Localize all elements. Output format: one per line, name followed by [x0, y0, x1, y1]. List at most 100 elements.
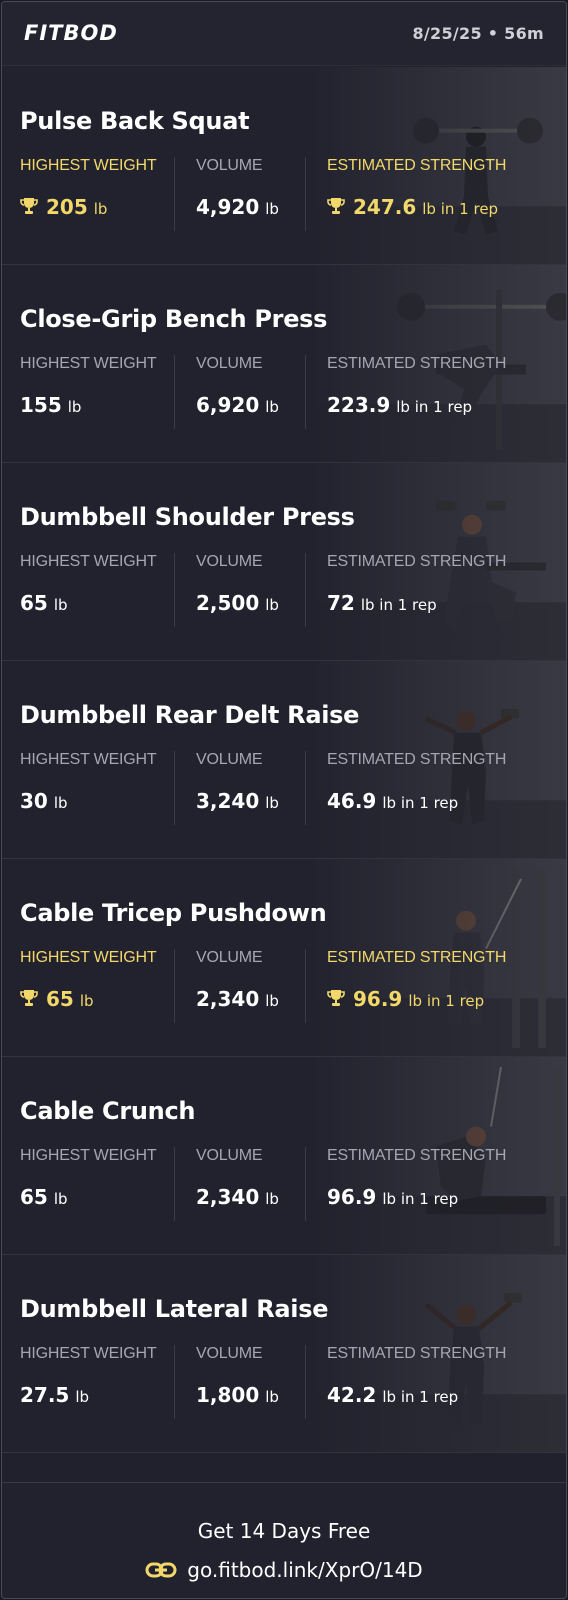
- highest-weight-number: 205: [46, 195, 88, 219]
- exercise-name: Close-Grip Bench Press: [20, 305, 328, 333]
- highest-weight-number: 65: [20, 1185, 48, 1209]
- highest-weight-unit: lb: [53, 596, 68, 614]
- volume-label: VOLUME: [196, 751, 263, 768]
- volume-value: 6,920 lb: [196, 393, 279, 417]
- stat-divider: [305, 1345, 306, 1419]
- estimated-strength-number: 42.2: [327, 1383, 377, 1407]
- estimated-strength-unit: lb in 1 rep: [422, 200, 499, 218]
- stat-divider: [305, 1147, 306, 1221]
- estimated-strength-value: 46.9 lb in 1 rep: [327, 789, 458, 813]
- volume-number: 2,340: [196, 987, 260, 1011]
- volume-label: VOLUME: [196, 553, 263, 570]
- volume-value: 2,340 lb: [196, 1185, 279, 1209]
- estimated-strength-unit: lb in 1 rep: [396, 398, 473, 416]
- highest-weight-value: 65 lb: [20, 987, 94, 1011]
- highest-weight-unit: lb: [93, 200, 108, 218]
- estimated-strength-value: 223.9 lb in 1 rep: [327, 393, 472, 417]
- referral-link[interactable]: go.fitbod.link/XprO/14D: [2, 1558, 566, 1582]
- volume-number: 1,800: [196, 1383, 260, 1407]
- exercise-card[interactable]: Cable Crunch HIGHEST WEIGHT VOLUME ESTIMATE…: [2, 1057, 566, 1255]
- exercise-card[interactable]: Pulse Back Squat HIGHEST WEIGHT VOLUME ESTI…: [2, 67, 566, 265]
- header: FITBOD 8/25/25 • 56m: [2, 2, 566, 66]
- volume-number: 3,240: [196, 789, 260, 813]
- estimated-strength-number: 96.9: [353, 987, 403, 1011]
- exercise-card[interactable]: Close-Grip Bench Press HIGHEST WEIGHT VOLU…: [2, 265, 566, 463]
- highest-weight-value: 155 lb: [20, 393, 81, 417]
- volume-label: VOLUME: [196, 949, 263, 966]
- estimated-strength-value: 96.9 lb in 1 rep: [327, 987, 484, 1011]
- highest-weight-label: HIGHEST WEIGHT: [20, 1345, 157, 1362]
- estimated-strength-unit: lb in 1 rep: [382, 1388, 459, 1406]
- volume-value: 2,340 lb: [196, 987, 279, 1011]
- estimated-strength-unit: lb in 1 rep: [382, 1190, 459, 1208]
- highest-weight-value: 205 lb: [20, 195, 107, 219]
- volume-number: 4,920: [196, 195, 260, 219]
- exercise-name: Cable Tricep Pushdown: [20, 899, 327, 927]
- stat-divider: [174, 949, 175, 1023]
- estimated-strength-label: ESTIMATED STRENGTH: [327, 1147, 507, 1164]
- estimated-strength-number: 46.9: [327, 789, 377, 813]
- volume-value: 2,500 lb: [196, 591, 279, 615]
- estimated-strength-number: 96.9: [327, 1185, 377, 1209]
- stat-divider: [174, 1345, 175, 1419]
- volume-label: VOLUME: [196, 1147, 263, 1164]
- volume-label: VOLUME: [196, 355, 263, 372]
- stat-divider: [305, 949, 306, 1023]
- highest-weight-unit: lb: [53, 1190, 68, 1208]
- stat-divider: [174, 553, 175, 627]
- estimated-strength-unit: lb in 1 rep: [382, 794, 459, 812]
- highest-weight-unit: lb: [67, 398, 82, 416]
- estimated-strength-value: 72 lb in 1 rep: [327, 591, 437, 615]
- highest-weight-unit: lb: [75, 1388, 90, 1406]
- exercise-name: Dumbbell Shoulder Press: [20, 503, 355, 531]
- highest-weight-number: 27.5: [20, 1383, 70, 1407]
- volume-unit: lb: [265, 794, 279, 812]
- estimated-strength-number: 223.9: [327, 393, 391, 417]
- estimated-strength-value: 96.9 lb in 1 rep: [327, 1185, 458, 1209]
- exercise-name: Dumbbell Lateral Raise: [20, 1295, 329, 1323]
- stat-divider: [174, 157, 175, 231]
- highest-weight-label: HIGHEST WEIGHT: [20, 355, 157, 372]
- exercise-card[interactable]: Dumbbell Rear Delt Raise HIGHEST WEIGHT VO…: [2, 661, 566, 859]
- highest-weight-unit: lb: [53, 794, 68, 812]
- trophy-icon: [327, 198, 345, 214]
- volume-unit: lb: [265, 992, 279, 1010]
- exercise-card[interactable]: Dumbbell Shoulder Press HIGHEST WEIGHT VOL…: [2, 463, 566, 661]
- exercise-card[interactable]: Dumbbell Lateral Raise HIGHEST WEIGHT VOLU…: [2, 1255, 566, 1453]
- highest-weight-value: 65 lb: [20, 591, 68, 615]
- exercise-name: Cable Crunch: [20, 1097, 196, 1125]
- volume-number: 6,920: [196, 393, 260, 417]
- volume-unit: lb: [265, 200, 279, 218]
- trophy-icon: [20, 990, 38, 1006]
- stat-divider: [174, 355, 175, 429]
- link-icon: [145, 1562, 177, 1578]
- volume-value: 3,240 lb: [196, 789, 279, 813]
- highest-weight-value: 30 lb: [20, 789, 68, 813]
- footer: Get 14 Days Free go.fitbod.link/XprO/14D: [2, 1482, 566, 1598]
- volume-number: 2,500: [196, 591, 260, 615]
- trophy-icon: [20, 198, 38, 214]
- exercise-card[interactable]: Cable Tricep Pushdown HIGHEST WEIGHT VOLUM…: [2, 859, 566, 1057]
- volume-unit: lb: [265, 398, 279, 416]
- stat-divider: [174, 751, 175, 825]
- stat-divider: [305, 553, 306, 627]
- session-info: 8/25/25 • 56m: [412, 24, 544, 43]
- estimated-strength-unit: lb in 1 rep: [408, 992, 485, 1010]
- exercise-name: Dumbbell Rear Delt Raise: [20, 701, 360, 729]
- stat-divider: [305, 157, 306, 231]
- highest-weight-label: HIGHEST WEIGHT: [20, 553, 157, 570]
- volume-label: VOLUME: [196, 1345, 263, 1362]
- volume-value: 4,920 lb: [196, 195, 279, 219]
- volume-unit: lb: [265, 1190, 279, 1208]
- volume-unit: lb: [265, 596, 279, 614]
- estimated-strength-label: ESTIMATED STRENGTH: [327, 1345, 507, 1362]
- estimated-strength-value: 247.6 lb in 1 rep: [327, 195, 498, 219]
- highest-weight-number: 155: [20, 393, 62, 417]
- estimated-strength-value: 42.2 lb in 1 rep: [327, 1383, 458, 1407]
- highest-weight-label: HIGHEST WEIGHT: [20, 1147, 157, 1164]
- estimated-strength-label: ESTIMATED STRENGTH: [327, 157, 507, 174]
- estimated-strength-label: ESTIMATED STRENGTH: [327, 949, 507, 966]
- volume-number: 2,340: [196, 1185, 260, 1209]
- estimated-strength-number: 247.6: [353, 195, 417, 219]
- stat-divider: [305, 751, 306, 825]
